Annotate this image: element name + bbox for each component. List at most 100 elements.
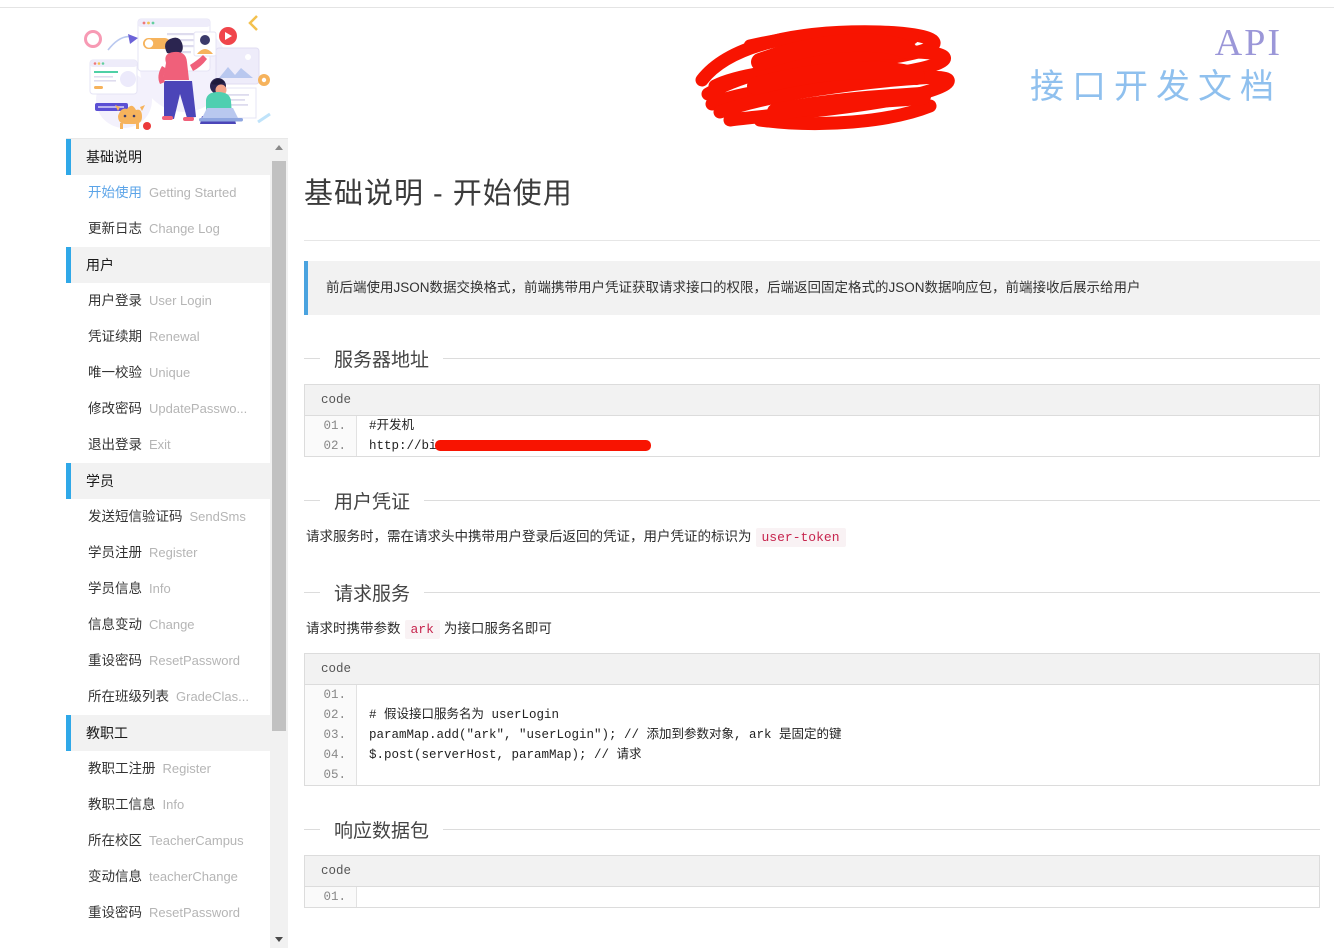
team-working-illustration (66, 8, 288, 138)
code-block-label: code (305, 856, 1319, 888)
section-legend: 请求服务 (304, 579, 1320, 606)
code-line-number: 02. (305, 436, 357, 457)
sidebar: 基础说明 开始使用 Getting Started 更新日志 Change Log … (66, 8, 288, 948)
request-paragraph: 请求时携带参数 ark 为接口服务名即可 (306, 618, 1320, 641)
sidebar-item-label-cn: 所在班级列表 (88, 689, 169, 704)
sidebar-item-renewal[interactable]: 凭证续期 Renewal (66, 319, 270, 355)
sidebar-item-staff-reset-password[interactable]: 重设密码 ResetPassword (66, 895, 270, 931)
section-legend: 响应数据包 (304, 816, 1320, 843)
site-title: API 接口开发文档 (1030, 24, 1282, 104)
legend-line-right (443, 358, 1320, 360)
sidebar-item-student-change[interactable]: 信息变动 Change (66, 607, 270, 643)
sidebar-item-grade-class-list[interactable]: 所在班级列表 GradeClas... (66, 679, 270, 715)
sidebar-item-label-en: Change Log (149, 221, 220, 236)
sidebar-item-label-cn: 发送短信验证码 (88, 509, 183, 524)
sidebar-scrollbar-thumb[interactable] (272, 161, 286, 731)
sidebar-scrollbar[interactable] (270, 139, 288, 948)
main-content: 基础说明 - 开始使用 前后端使用JSON数据交换格式，前端携带用户凭证获取请求… (290, 140, 1334, 948)
sidebar-item-label-en: Info (149, 581, 171, 596)
code-block-body: 01. 02. # 假设接口服务名为 userLogin 03. paramMa… (305, 685, 1319, 786)
sidebar-item-student-reset-password[interactable]: 重设密码 ResetPassword (66, 643, 270, 679)
sidebar-item-label-cn: 用户登录 (88, 293, 142, 308)
scroll-up-arrow-icon[interactable] (270, 139, 288, 156)
page-title: 基础说明 - 开始使用 (304, 178, 573, 210)
sidebar-item-user-login[interactable]: 用户登录 User Login (66, 283, 270, 319)
sidebar-item-label-en: Info (162, 797, 185, 812)
section-request-service: 请求服务 请求时携带参数 ark 为接口服务名即可 code 01. 02. # 假… (304, 579, 1320, 787)
redaction-bar (434, 440, 651, 452)
code-line-number: 03. (305, 725, 357, 746)
sidebar-item-label-cn: 教职工信息 (88, 797, 156, 812)
paragraph-prefix: 请求时携带参数 (306, 621, 401, 637)
scroll-down-arrow-icon[interactable] (270, 931, 288, 948)
code-line-text: #开发机 (369, 419, 415, 434)
sidebar-item-label-cn: 重设密码 (88, 653, 142, 668)
section-legend: 服务器地址 (304, 345, 1320, 372)
code-line: 01. (305, 887, 1319, 908)
sidebar-item-label-en: Unique (149, 365, 191, 380)
code-block-server-address: code 01. #开发机 02. http://bi (304, 384, 1320, 458)
sidebar-item-label-en: SendSms (189, 509, 246, 524)
sidebar-item-label-cn: 开始使用 (88, 185, 142, 200)
sidebar-item-teacher-change[interactable]: 变动信息 teacherChange (66, 859, 270, 895)
sidebar-item-send-sms[interactable]: 发送短信验证码 SendSms (66, 499, 270, 535)
code-line: 01. (305, 685, 1319, 706)
redaction-scribble (695, 25, 955, 131)
sidebar-item-teacher-campus[interactable]: 所在校区 TeacherCampus (66, 823, 270, 859)
site-title-cn: 接口开发文档 (1030, 68, 1282, 106)
code-line-number: 02. (305, 705, 357, 726)
sidebar-item-label-cn: 修改密码 (88, 401, 142, 416)
code-block-response-packet: code 01. (304, 855, 1320, 909)
code-block-body: 01. (305, 887, 1319, 908)
sidebar-item-staff-info[interactable]: 教职工信息 Info (66, 787, 270, 823)
paragraph-suffix: 为接口服务名即可 (443, 621, 552, 637)
code-block-request-service: code 01. 02. # 假设接口服务名为 userLogin 03. pa… (304, 653, 1320, 787)
sidebar-item-label-en: ResetPassword (149, 905, 241, 920)
page-title-rule (304, 240, 1320, 241)
code-line: 04. $.post(serverHost, paramMap); // 请求 (305, 745, 1319, 766)
sidebar-item-label-cn: 学员信息 (88, 581, 142, 596)
section-legend-label: 服务器地址 (334, 350, 430, 372)
sidebar-item-label-en: Change (149, 617, 195, 632)
code-line-number: 01. (305, 887, 357, 908)
sidebar-item-label-cn: 重设密码 (88, 905, 142, 920)
code-block-body: 01. #开发机 02. http://bi (305, 416, 1319, 457)
section-server-address: 服务器地址 code 01. #开发机 02. http://bi (304, 345, 1320, 458)
sidebar-item-label-cn: 凭证续期 (88, 329, 142, 344)
sidebar-item-label-cn: 教职工注册 (88, 761, 156, 776)
code-line-number: 01. (305, 416, 357, 437)
sidebar-item-label-en: TeacherCampus (149, 833, 244, 848)
inline-code-user-token: user-token (755, 528, 846, 548)
sidebar-item-staff-register[interactable]: 教职工注册 Register (66, 751, 270, 787)
code-line: 03. paramMap.add("ark", "userLogin"); //… (305, 725, 1319, 746)
section-user-credential: 用户凭证 请求服务时，需在请求头中携带用户登录后返回的凭证，用户凭证的标识为 us… (304, 487, 1320, 549)
intro-callout: 前后端使用JSON数据交换格式，前端携带用户凭证获取请求接口的权限，后端返回固定… (304, 261, 1320, 316)
page-header: API 接口开发文档 (290, 8, 1334, 136)
code-line-number: 04. (305, 745, 357, 766)
legend-line-right (424, 500, 1320, 502)
sidebar-item-exit[interactable]: 退出登录 Exit (66, 427, 270, 463)
sidebar-item-unique[interactable]: 唯一校验 Unique (66, 355, 270, 391)
sidebar-item-student-info[interactable]: 学员信息 Info (66, 571, 270, 607)
section-response-packet: 响应数据包 code 01. (304, 816, 1320, 909)
section-legend-label: 请求服务 (334, 584, 411, 606)
sidebar-item-getting-started[interactable]: 开始使用 Getting Started (66, 175, 270, 211)
sidebar-item-change-log[interactable]: 更新日志 Change Log (66, 211, 270, 247)
sidebar-item-label-cn: 唯一校验 (88, 365, 142, 380)
inline-code-ark: ark (404, 620, 440, 640)
sidebar-item-label-en: ResetPassword (149, 653, 241, 668)
sidebar-item-update-password[interactable]: 修改密码 UpdatePasswo... (66, 391, 270, 427)
section-legend-label: 用户凭证 (334, 492, 411, 514)
sidebar-group-student[interactable]: 学员 (66, 463, 270, 499)
legend-line-left (304, 500, 320, 502)
sidebar-item-label-cn: 信息变动 (88, 617, 142, 632)
sidebar-group-user[interactable]: 用户 (66, 247, 270, 283)
paragraph-prefix: 请求服务时，需在请求头中携带用户登录后返回的凭证，用户凭证的标识为 (306, 529, 752, 545)
code-line-text: $.post(serverHost, paramMap); // 请求 (369, 748, 642, 763)
sidebar-group-basic[interactable]: 基础说明 (66, 139, 270, 175)
section-legend-label: 响应数据包 (334, 821, 430, 843)
legend-line-left (304, 592, 320, 594)
sidebar-item-student-register[interactable]: 学员注册 Register (66, 535, 270, 571)
sidebar-group-staff[interactable]: 教职工 (66, 715, 270, 751)
